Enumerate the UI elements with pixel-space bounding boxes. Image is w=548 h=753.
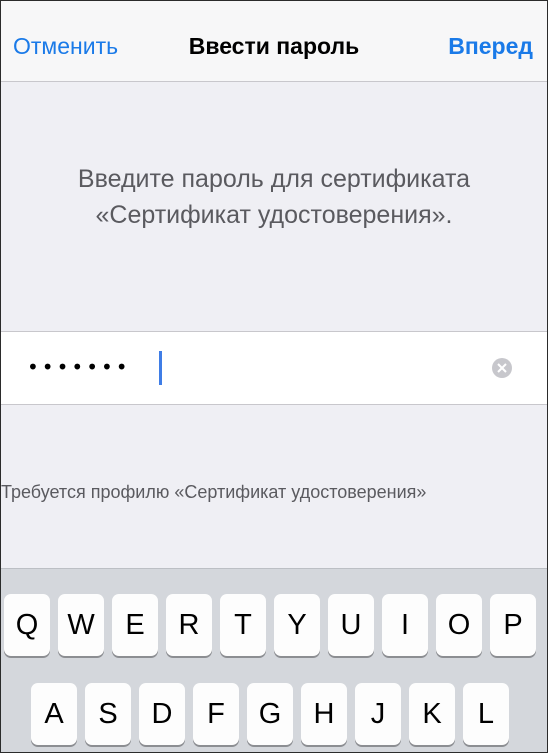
prompt-line-1: Введите пароль для сертификата bbox=[77, 165, 471, 193]
text-cursor bbox=[159, 351, 162, 385]
password-field[interactable]: ••••••• bbox=[1, 331, 547, 405]
key-s[interactable]: S bbox=[85, 683, 131, 745]
key-q[interactable]: Q bbox=[4, 594, 50, 656]
key-o[interactable]: O bbox=[436, 594, 482, 656]
key-u[interactable]: U bbox=[328, 594, 374, 656]
navigation-bar: Отменить Ввести пароль Вперед bbox=[1, 1, 547, 82]
key-d[interactable]: D bbox=[139, 683, 185, 745]
keyboard: Q W E R T Y U I O P A S D F G H J K L bbox=[1, 568, 547, 752]
key-j[interactable]: J bbox=[355, 683, 401, 745]
key-r[interactable]: R bbox=[166, 594, 212, 656]
key-f[interactable]: F bbox=[193, 683, 239, 745]
key-t[interactable]: T bbox=[220, 594, 266, 656]
next-button[interactable]: Вперед bbox=[448, 31, 533, 61]
key-p[interactable]: P bbox=[490, 594, 536, 656]
profile-requirement-text: Требуется профилю «Сертификат удостовере… bbox=[1, 482, 427, 502]
key-k[interactable]: K bbox=[409, 683, 455, 745]
key-l[interactable]: L bbox=[463, 683, 509, 745]
password-prompt: Введите пароль для сертификата «Сертифик… bbox=[1, 161, 547, 233]
key-e[interactable]: E bbox=[112, 594, 158, 656]
screen: Отменить Ввести пароль Вперед Введите па… bbox=[0, 0, 548, 753]
clear-circle-icon[interactable] bbox=[491, 357, 513, 379]
key-y[interactable]: Y bbox=[274, 594, 320, 656]
key-w[interactable]: W bbox=[58, 594, 104, 656]
key-a[interactable]: A bbox=[31, 683, 77, 745]
key-i[interactable]: I bbox=[382, 594, 428, 656]
key-g[interactable]: G bbox=[247, 683, 293, 745]
password-input-value[interactable]: ••••••• bbox=[27, 352, 131, 382]
key-h[interactable]: H bbox=[301, 683, 347, 745]
prompt-line-2: «Сертификат удостоверения». bbox=[95, 201, 453, 229]
